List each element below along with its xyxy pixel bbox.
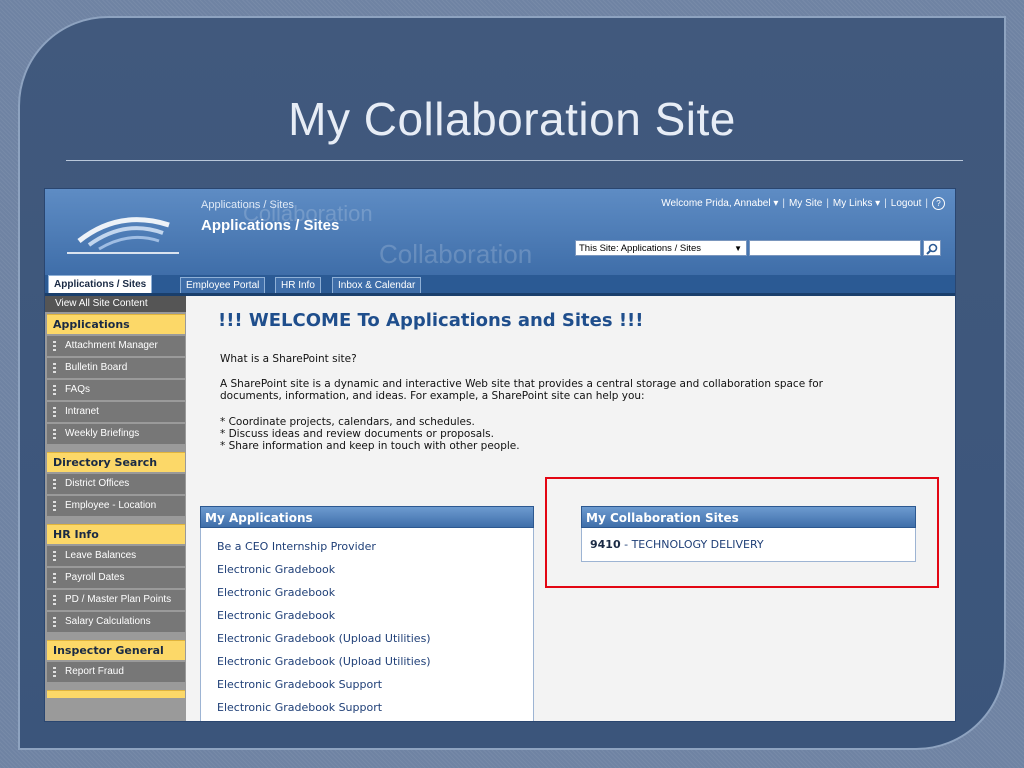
grip-icon <box>53 429 56 439</box>
my-links-menu[interactable]: My Links ▾ <box>833 198 880 209</box>
site-logo-icon <box>67 217 179 254</box>
app-link[interactable]: Electronic Gradebook Support <box>217 678 382 691</box>
banner-watermark: Collaboration <box>379 239 533 269</box>
chevron-down-icon: ▾ <box>773 198 779 209</box>
nav-item-payroll-dates[interactable]: Payroll Dates <box>47 568 185 588</box>
separator: | <box>782 198 785 209</box>
bullet-line: * Discuss ideas and review documents or … <box>220 428 494 440</box>
app-link[interactable]: Electronic Gradebook <box>217 609 335 622</box>
sharepoint-screenshot: Collaboration Collaboration Applications… <box>44 188 956 722</box>
nav-item-district-offices[interactable]: District Offices <box>47 474 185 494</box>
nav-item-label: PD / Master Plan Points <box>65 594 172 605</box>
nav-item-label: Bulletin Board <box>65 362 128 373</box>
bullet-line: * Coordinate projects, calendars, and sc… <box>220 416 475 428</box>
grip-icon <box>53 617 56 627</box>
grip-icon <box>53 341 56 351</box>
separator: | <box>925 198 928 209</box>
separator: | <box>884 198 887 209</box>
nav-item-intranet[interactable]: Intranet <box>47 402 185 422</box>
dropdown-arrow-icon: ▼ <box>734 244 742 253</box>
my-site-link[interactable]: My Site <box>789 198 822 209</box>
nav-item-bulletin-board[interactable]: Bulletin Board <box>47 358 185 378</box>
nav-item-label: Report Fraud <box>65 666 124 677</box>
nav-item-label: District Offices <box>65 478 130 489</box>
nav-item-faqs[interactable]: FAQs <box>47 380 185 400</box>
nav-item-label: Intranet <box>65 406 99 417</box>
nav-item-label: FAQs <box>65 384 91 395</box>
nav-item-pd-master-plan-points[interactable]: PD / Master Plan Points <box>47 590 185 610</box>
grip-icon <box>53 363 56 373</box>
search-icon <box>926 243 938 255</box>
help-icon[interactable]: ? <box>932 197 945 210</box>
title-divider <box>66 160 963 161</box>
search-button[interactable] <box>923 240 941 256</box>
my-links-label: My Links <box>832 198 873 209</box>
nav-item-label: Leave Balances <box>65 550 137 561</box>
grip-icon <box>53 479 56 489</box>
search-scope-select[interactable]: This Site: Applications / Sites ▼ <box>575 240 747 256</box>
nav-item-label: Payroll Dates <box>65 572 125 583</box>
welcome-user-label: Welcome Prida, Annabel <box>661 198 771 209</box>
nav-heading-cutoff[interactable] <box>47 690 185 698</box>
top-nav-tabs: Applications / Sites Employee Portal HR … <box>45 275 955 296</box>
nav-item-weekly-briefings[interactable]: Weekly Briefings <box>47 424 185 444</box>
grip-icon <box>53 595 56 605</box>
grip-icon <box>53 573 56 583</box>
nav-heading-hr-info[interactable]: HR Info <box>47 524 185 544</box>
my-applications-header: My Applications <box>200 506 534 528</box>
site-banner: Collaboration Collaboration Applications… <box>45 189 955 275</box>
nav-item-attachment-manager[interactable]: Attachment Manager <box>47 336 185 356</box>
grip-icon <box>53 407 56 417</box>
welcome-bar: Welcome Prida, Annabel ▾ | My Site | My … <box>661 197 945 210</box>
slide-title: My Collaboration Site <box>288 93 736 145</box>
nav-item-label: Salary Calculations <box>65 616 151 627</box>
app-link[interactable]: Be a CEO Internship Provider <box>217 540 376 553</box>
nav-heading-directory-search[interactable]: Directory Search <box>47 452 185 472</box>
logout-link[interactable]: Logout <box>891 198 922 209</box>
welcome-user-menu[interactable]: Welcome Prida, Annabel ▾ <box>661 198 778 209</box>
nav-heading-applications[interactable]: Applications <box>47 314 185 334</box>
app-link[interactable]: Electronic Gradebook <box>217 586 335 599</box>
app-link[interactable]: Electronic Gradebook (Upload Utilities) <box>217 632 431 645</box>
view-all-site-content-link[interactable]: View All Site Content <box>45 296 186 312</box>
welcome-heading: !!! WELCOME To Applications and Sites !!… <box>218 310 644 331</box>
quick-launch: View All Site Content Applications Attac… <box>45 296 186 721</box>
nav-heading-inspector-general[interactable]: Inspector General <box>47 640 185 660</box>
app-link[interactable]: Electronic Gradebook <box>217 563 335 576</box>
nav-item-label: Attachment Manager <box>65 340 158 351</box>
nav-item-employee-location[interactable]: Employee - Location <box>47 496 185 516</box>
grip-icon <box>53 501 56 511</box>
nav-item-report-fraud[interactable]: Report Fraud <box>47 662 185 682</box>
intro-paragraph-line: documents, information, and ideas. For e… <box>220 390 645 402</box>
app-link[interactable]: Electronic Gradebook (Upload Utilities) <box>217 655 431 668</box>
nav-item-leave-balances[interactable]: Leave Balances <box>47 546 185 566</box>
chevron-down-icon: ▾ <box>875 198 881 209</box>
app-link[interactable]: Electronic Gradebook Support <box>217 701 382 714</box>
tab-employee-portal[interactable]: Employee Portal <box>180 277 266 293</box>
site-title[interactable]: Applications / Sites <box>201 217 339 234</box>
intro-question: What is a SharePoint site? <box>220 353 357 365</box>
search-scope-value: This Site: Applications / Sites <box>579 243 701 254</box>
nav-item-label: Employee - Location <box>65 500 157 511</box>
grip-icon <box>53 551 56 561</box>
search-input[interactable] <box>749 240 921 256</box>
intro-paragraph-line: A SharePoint site is a dynamic and inter… <box>220 378 823 390</box>
highlight-frame <box>545 477 939 588</box>
tab-applications-sites[interactable]: Applications / Sites <box>48 275 153 293</box>
grip-icon <box>53 667 56 677</box>
separator: | <box>826 198 829 209</box>
tab-hr-info[interactable]: HR Info <box>275 277 321 293</box>
nav-item-label: Weekly Briefings <box>65 428 140 439</box>
my-applications-list: Be a CEO Internship Provider Electronic … <box>200 528 534 721</box>
grip-icon <box>53 385 56 395</box>
bullet-line: * Share information and keep in touch wi… <box>220 440 520 452</box>
nav-item-salary-calculations[interactable]: Salary Calculations <box>47 612 185 632</box>
breadcrumb[interactable]: Applications / Sites <box>201 199 294 211</box>
tab-inbox-calendar[interactable]: Inbox & Calendar <box>332 277 422 293</box>
